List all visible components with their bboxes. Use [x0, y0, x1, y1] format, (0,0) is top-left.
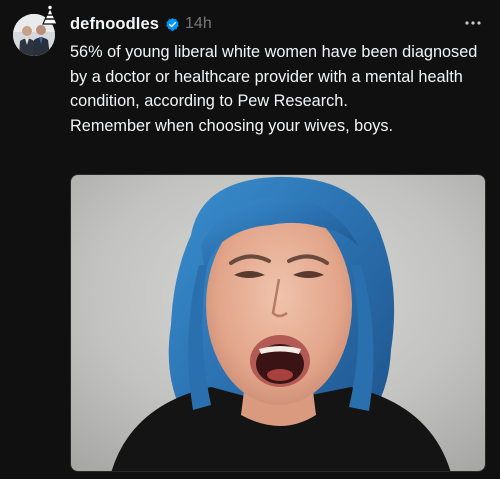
verified-badge-icon — [166, 17, 179, 31]
post-text-line: Remember when choosing your wives, boys. — [70, 116, 394, 135]
post-timestamp[interactable]: 14h — [185, 15, 212, 33]
post-text: 56% of young liberal white women have be… — [70, 40, 495, 138]
thread-post: defnoodles 14h 56% of young liberal whit… — [0, 0, 500, 479]
post-header: defnoodles 14h — [70, 12, 212, 36]
more-options-icon[interactable] — [464, 14, 482, 32]
post-image[interactable] — [70, 174, 486, 472]
post-text-line: 56% of young liberal white women have be… — [70, 43, 478, 110]
avatar-container[interactable] — [13, 4, 58, 58]
username[interactable]: defnoodles — [70, 15, 159, 34]
party-hat-icon — [42, 4, 58, 25]
